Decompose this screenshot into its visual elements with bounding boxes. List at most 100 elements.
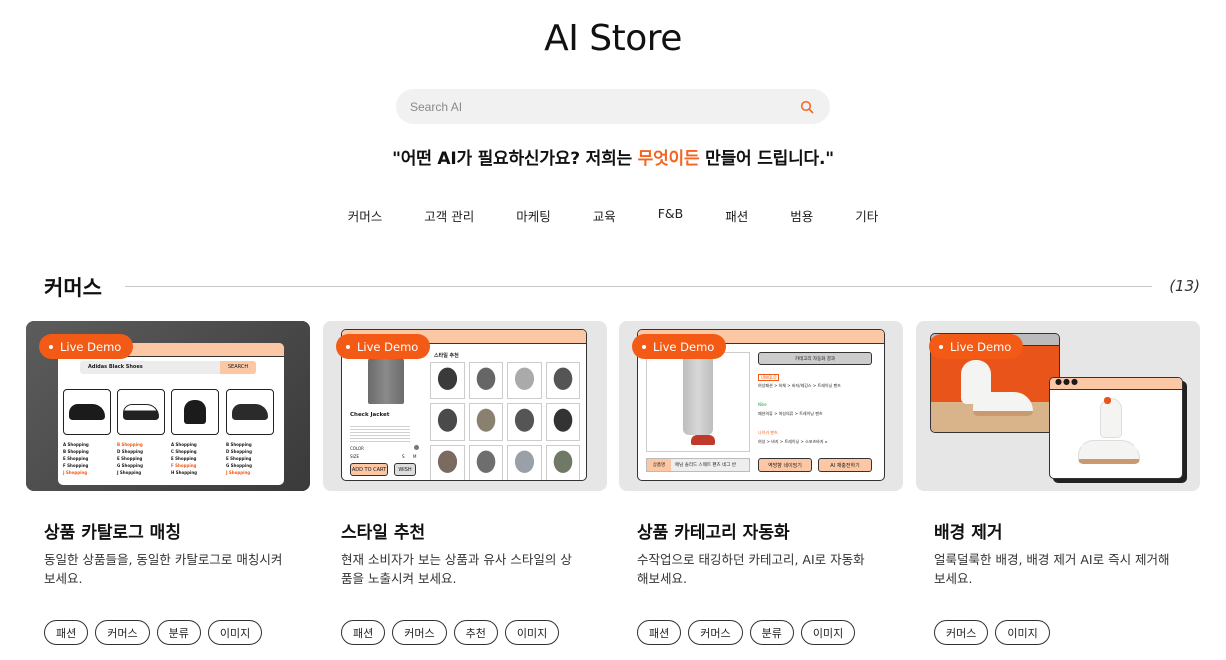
- category-customer[interactable]: 고객 관리: [424, 206, 474, 225]
- search-bar[interactable]: [396, 89, 830, 124]
- search-icon[interactable]: [798, 98, 816, 116]
- mock-size-m: M: [413, 454, 417, 459]
- sneaker-shape: [691, 435, 715, 445]
- card-description: 현재 소비자가 보는 상품과 유사 스타일의 상품을 노출시켜 보세요.: [341, 552, 572, 586]
- card-thumbnail[interactable]: Live Demo ●●●: [916, 321, 1200, 491]
- jacket-image: [368, 356, 404, 404]
- shoe-image-4: [226, 389, 274, 435]
- badge-dot-icon: [939, 344, 943, 349]
- jacket-thumb: [430, 362, 465, 400]
- tag-chip[interactable]: 분류: [749, 620, 794, 645]
- tag-chip[interactable]: 패션: [341, 620, 386, 645]
- tag-chip[interactable]: 이미지: [995, 620, 1050, 645]
- mock-brand-3: 나이키 팬츠: [758, 430, 778, 435]
- pants-image: [646, 352, 750, 452]
- category-fnb[interactable]: F&B: [658, 206, 684, 225]
- category-general[interactable]: 범용: [790, 206, 813, 225]
- shoe-image-3: [171, 389, 219, 435]
- mock-brand-2: Nike: [758, 402, 767, 407]
- card-title[interactable]: 스타일 추천: [341, 518, 425, 543]
- jacket-thumb: [430, 444, 465, 480]
- jacket-thumb: [507, 403, 542, 441]
- card-tags: 패션 커머스 분류 이미지: [637, 620, 856, 645]
- live-demo-badge[interactable]: Live Demo: [39, 334, 134, 359]
- jacket-thumb: [545, 403, 580, 441]
- tagline-prefix: "어떤 AI가 필요하신가요? 저희는: [392, 149, 638, 169]
- sneaker-flat: [1078, 440, 1140, 464]
- card-thumbnail[interactable]: Live Demo 카테고리 자동화 결과 UNIQLO 여성패션 > 하체 >…: [619, 321, 903, 491]
- tag-chip[interactable]: 분류: [156, 620, 201, 645]
- mock-product-name: Check Jacket: [350, 412, 390, 418]
- badge-dot-icon: [49, 344, 53, 349]
- live-demo-badge[interactable]: Live Demo: [929, 334, 1024, 359]
- window-dots-icon: ●●●: [1050, 378, 1182, 390]
- live-demo-label: Live Demo: [357, 339, 419, 354]
- card-tags: 패션 커머스 분류 이미지: [44, 620, 263, 645]
- mock-path-2: 패션의류 > 여성의류 > 트레이닝 팬츠: [758, 411, 823, 416]
- mock-field-label: 상품명: [647, 459, 671, 471]
- shop-list-2: B Shopping D Shopping E Shopping G Shopping…: [117, 442, 143, 475]
- section-divider: [125, 286, 1152, 287]
- mock-section-header: 스타일 추천: [434, 353, 459, 359]
- shop-list-1: A Shopping B Shopping E Shopping F Shopping…: [63, 442, 89, 475]
- category-fashion[interactable]: 패션: [725, 206, 748, 225]
- card-catalog-matching[interactable]: Live Demo Adidas Black Shoes SEARCH A Sh…: [26, 321, 310, 660]
- mock-cart-button: ADD TO CART: [350, 463, 388, 476]
- jacket-thumb: [507, 362, 542, 400]
- mock-window: Adidas Black Shoes SEARCH A Shopping B Sh…: [58, 343, 284, 485]
- section-title: 커머스: [44, 276, 102, 300]
- live-demo-label: Live Demo: [950, 339, 1012, 354]
- category-commerce[interactable]: 커머스: [348, 206, 383, 225]
- tag-chip[interactable]: 커머스: [392, 620, 447, 645]
- tag-chip[interactable]: 커머스: [934, 620, 989, 645]
- card-description: 동일한 상품들을, 동일한 카탈로그로 매칭시켜보세요.: [44, 552, 283, 586]
- jacket-grid: [430, 362, 580, 480]
- shop-list-4: B Shopping D Shopping E Shopping G Shopping…: [226, 442, 252, 475]
- mock-header-button: 카테고리 자동화 결과: [758, 352, 872, 365]
- shop-list-3: A Shopping C Shopping E Shopping F Shopping…: [171, 442, 198, 475]
- tag-chip[interactable]: 이미지: [800, 620, 856, 645]
- live-demo-badge[interactable]: Live Demo: [336, 334, 431, 359]
- tag-chip[interactable]: 커머스: [688, 620, 743, 645]
- search-input[interactable]: [410, 99, 798, 114]
- tagline: "어떤 AI가 필요하신가요? 저희는 무엇이든 만들어 드립니다.": [0, 144, 1226, 169]
- card-thumbnail[interactable]: Live Demo Adidas Black Shoes SEARCH A Sh…: [26, 321, 310, 491]
- live-demo-badge[interactable]: Live Demo: [632, 334, 727, 359]
- tag-chip[interactable]: 패션: [44, 620, 89, 645]
- card-title[interactable]: 상품 카테고리 자동화: [637, 518, 790, 543]
- category-education[interactable]: 교육: [593, 206, 616, 225]
- tag-chip[interactable]: 이미지: [207, 620, 263, 645]
- tag-chip[interactable]: 패션: [637, 620, 682, 645]
- card-category-automation[interactable]: Live Demo 카테고리 자동화 결과 UNIQLO 여성패션 > 하체 >…: [619, 321, 903, 660]
- category-nav: 커머스 고객 관리 마케팅 교육 F&B 패션 범용 기타: [0, 206, 1226, 225]
- pants-shape: [683, 353, 713, 435]
- tag-chip[interactable]: 추천: [453, 620, 498, 645]
- jacket-thumb: [545, 444, 580, 480]
- mock-brand-1: UNIQLO: [758, 374, 780, 381]
- tag-chip[interactable]: 이미지: [504, 620, 560, 645]
- card-thumbnail[interactable]: Live Demo Check Jacket COLOR SIZE S M AD…: [323, 321, 607, 491]
- card-description: 수작업으로 태깅하던 카테고리, AI로 자동화 해보세요.: [637, 552, 865, 586]
- mock-desc-lines: [350, 424, 410, 442]
- shoe-image-2: [117, 389, 165, 435]
- card-style-recommendation[interactable]: Live Demo Check Jacket COLOR SIZE S M AD…: [323, 321, 607, 660]
- mock-product-panel: Check Jacket COLOR SIZE S M ADD TO CART …: [346, 348, 426, 480]
- mock-path-1: 여성패션 > 하체 > 바지/레깅스 > 트레이닝 팬츠: [758, 383, 841, 388]
- card-background-removal[interactable]: Live Demo ●●● 배경 제거 얼룩덜룩한 배경, 배경 제거 AI로 …: [916, 321, 1200, 660]
- card-title[interactable]: 배경 제거: [934, 518, 1002, 543]
- tag-chip[interactable]: 커머스: [95, 620, 150, 645]
- card-tags: 패션 커머스 추천 이미지: [341, 620, 560, 645]
- card-tags: 커머스 이미지: [934, 620, 1050, 645]
- card-title[interactable]: 상품 카탈로그 매칭: [44, 518, 181, 543]
- sneaker-flat: [973, 392, 1033, 416]
- shoe-image-1: [63, 389, 111, 435]
- sneaker-upright: [1100, 398, 1122, 438]
- category-other[interactable]: 기타: [855, 206, 878, 225]
- jacket-thumb: [430, 403, 465, 441]
- card-description: 얼룩덜룩한 배경, 배경 제거 AI로 즉시 제거해 보세요.: [934, 552, 1170, 586]
- jacket-thumb: [545, 362, 580, 400]
- tagline-highlight: 무엇이든: [637, 149, 700, 169]
- tagline-suffix: 만들어 드립니다.": [699, 149, 834, 169]
- category-marketing[interactable]: 마케팅: [516, 206, 551, 225]
- badge-dot-icon: [642, 344, 646, 349]
